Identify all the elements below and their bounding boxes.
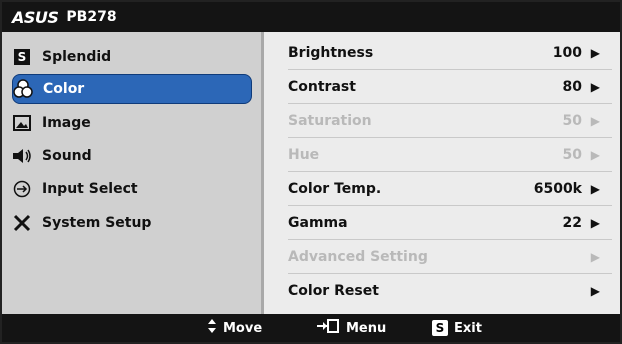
menu-hint: Menu [314,318,386,338]
setting-value: 6500k [533,181,582,197]
up-down-arrows-icon [207,318,217,338]
setting-brightness[interactable]: Brightness 100 ▶ [288,38,608,68]
sidebar-item-label: Sound [42,148,92,164]
divider [288,205,612,206]
setting-advanced: Advanced Setting ▶ [288,242,608,272]
right-arrow-icon: ▶ [590,148,600,162]
setting-color-temp[interactable]: Color Temp. 6500k ▶ [288,174,608,204]
model-name: PB278 [66,9,117,25]
setting-label: Color Temp. [288,181,382,197]
setting-value: 100 [552,45,582,61]
setting-label: Advanced Setting [288,249,428,265]
sidebar-item-label: System Setup [42,215,152,231]
setting-value: 50 [562,113,582,129]
sidebar-item-label: Splendid [42,49,112,65]
divider [288,137,612,138]
setting-label: Gamma [288,215,348,231]
setting-label: Hue [288,147,320,163]
sidebar-item-label: Input Select [42,181,138,197]
right-arrow-icon: ▶ [590,250,600,264]
sidebar-item-splendid[interactable]: S Splendid [12,42,252,72]
right-arrow-icon: ▶ [590,216,600,230]
sidebar-item-label: Image [42,115,91,131]
setting-label: Brightness [288,45,374,61]
setting-color-reset[interactable]: Color Reset ▶ [288,276,608,306]
setting-label: Saturation [288,113,372,129]
setting-value: 80 [562,79,582,95]
setting-label: Contrast [288,79,356,95]
sidebar: S Splendid Color Image Sound Input Selec… [2,32,264,314]
exit-label: Exit [454,320,482,336]
right-arrow-icon: ▶ [590,80,600,94]
setting-value: 22 [562,215,582,231]
move-label: Move [223,320,263,336]
divider [288,239,612,240]
settings-panel: Brightness 100 ▶ Contrast 80 ▶ Saturatio… [264,32,620,314]
sidebar-item-color[interactable]: Color [12,74,252,104]
sidebar-item-sound[interactable]: Sound [12,141,252,171]
splendid-s-icon: S [12,47,32,67]
setting-label: Color Reset [288,283,379,299]
right-arrow-icon: ▶ [590,284,600,298]
right-arrow-icon: ▶ [590,46,600,60]
footer-bar: Move Menu S Exit [2,314,620,342]
brand-logo: ASUS [12,7,59,27]
setting-hue: Hue 50 ▶ [288,140,608,170]
right-arrow-icon: ▶ [590,114,600,128]
move-hint: Move [207,318,262,338]
exit-hint: S Exit [432,320,482,336]
setting-gamma[interactable]: Gamma 22 ▶ [288,208,608,238]
tools-icon [12,213,32,233]
sidebar-item-input-select[interactable]: Input Select [12,174,252,204]
right-arrow-icon: ▶ [590,182,600,196]
divider [288,69,612,70]
speaker-icon [12,146,32,166]
setting-saturation: Saturation 50 ▶ [288,106,608,136]
color-palette-icon [13,79,33,99]
divider [288,273,612,274]
menu-label: Menu [346,320,387,336]
input-arrow-icon [12,179,32,199]
enter-icon [314,318,340,338]
setting-contrast[interactable]: Contrast 80 ▶ [288,72,608,102]
image-icon [12,113,32,133]
divider [288,171,612,172]
title-bar: ASUS PB278 [2,2,620,32]
s-key-icon: S [432,320,448,336]
divider [288,103,612,104]
svg-text:S: S [18,50,27,64]
osd-window: ASUS PB278 S Splendid Color Image Sound … [0,0,622,344]
setting-value: 50 [562,147,582,163]
sidebar-item-system-setup[interactable]: System Setup [12,208,252,238]
sidebar-item-image[interactable]: Image [12,108,252,138]
sidebar-item-label: Color [43,81,85,97]
